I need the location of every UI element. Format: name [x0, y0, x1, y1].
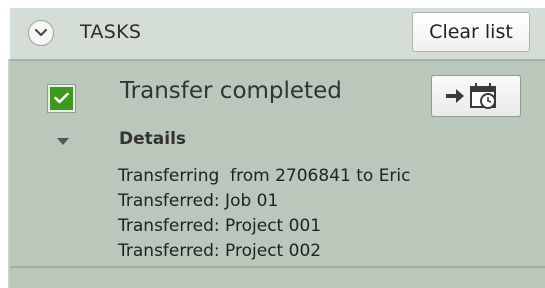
details-line: Transferred: Job 01 [118, 191, 279, 211]
tasks-title: TASKS [80, 21, 142, 43]
collapse-button[interactable] [28, 20, 54, 46]
arrow-to-schedule-icon [444, 82, 508, 114]
task-divider [10, 266, 545, 268]
task-checkbox[interactable] [47, 84, 76, 113]
task-item: Transfer completed Details Transferring … [10, 59, 545, 288]
tasks-panel: TASKS Clear list Transfer completed Deta… [0, 0, 545, 288]
details-list: Transferring from 2706841 to Eric Transf… [118, 164, 411, 264]
checkmark-icon [54, 92, 69, 104]
clear-list-button[interactable]: Clear list [412, 12, 530, 52]
tasks-header: TASKS Clear list [10, 8, 545, 59]
task-status: Transfer completed [120, 78, 342, 104]
details-line: Transferring from 2706841 to Eric [118, 166, 411, 186]
details-line: Transferred: Project 002 [118, 241, 322, 261]
open-task-button[interactable] [431, 75, 521, 117]
chevron-down-icon [35, 28, 47, 37]
details-label: Details [119, 129, 187, 149]
details-line: Transferred: Project 001 [118, 216, 322, 236]
triangle-down-icon[interactable] [56, 137, 70, 147]
